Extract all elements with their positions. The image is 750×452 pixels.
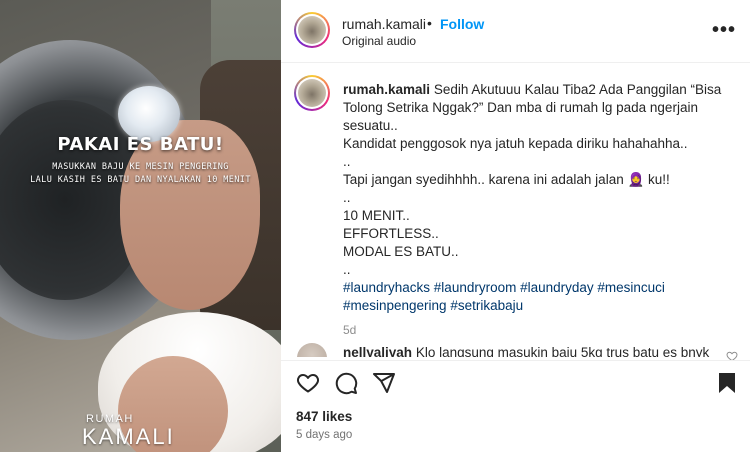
caption-line: EFFORTLESS.. [343,226,439,241]
video-overlay-line-2: LALU KASIH ES BATU DAN NYALAKAN 10 MENIT [30,175,251,185]
caption-age: 5d [343,323,357,337]
caption-line: .. [343,154,351,169]
caption-line: .. [343,262,351,277]
more-options-icon[interactable]: ••• [712,20,736,40]
post-media[interactable]: PAKAI ES BATU! MASUKKAN BAJU KE MESIN PE… [0,0,281,452]
author-username[interactable]: rumah.kamali [342,16,426,32]
commenter-avatar[interactable] [297,343,327,357]
caption-avatar[interactable] [294,75,330,111]
audio-label[interactable]: Original audio [342,34,416,48]
bookmark-icon[interactable] [715,371,739,395]
action-bar [281,360,750,405]
video-overlay-line-1: MASUKKAN BAJU KE MESIN PENGERING [52,162,229,172]
heart-icon[interactable] [296,371,320,395]
comment-text: Klo langsung masukin baju 5kg trus batu … [415,345,710,357]
post-header: rumah.kamali • Follow Original audio ••• [281,0,750,63]
follow-button[interactable]: Follow [440,16,484,32]
comment-item: nellyaliyah Klo langsung masukin baju 5k… [294,343,734,357]
author-avatar[interactable] [294,12,330,48]
caption-username[interactable]: rumah.kamali [343,82,430,97]
post-panel: rumah.kamali • Follow Original audio •••… [281,0,750,452]
commenter-username[interactable]: nellyaliyah [343,345,412,357]
post-date[interactable]: 5 days ago [296,429,352,441]
caption-line: Kandidat penggosok nya jatuh kepada diri… [343,136,688,151]
caption-line: 10 MENIT.. [343,208,410,223]
comment-icon[interactable] [334,371,358,395]
caption-line: .. [343,190,351,205]
video-overlay-title: PAKAI ES BATU! [57,134,224,155]
caption-line: Tapi jangan syedihhhh.. karena ini adala… [343,172,670,187]
separator-dot: • [427,15,432,31]
share-icon[interactable] [372,371,396,395]
brand-watermark-bottom: KAMALI [82,424,175,449]
likes-count[interactable]: 847 likes [296,409,352,424]
caption-hashtags-2[interactable]: #mesinpengering #setrikabaju [343,297,735,315]
caption-hashtags-1[interactable]: #laundryhacks #laundryroom #laundryday #… [343,279,735,297]
post-caption: rumah.kamali Sedih Akutuuu Kalau Tiba2 A… [343,81,735,339]
caption-line: MODAL ES BATU.. [343,244,459,259]
